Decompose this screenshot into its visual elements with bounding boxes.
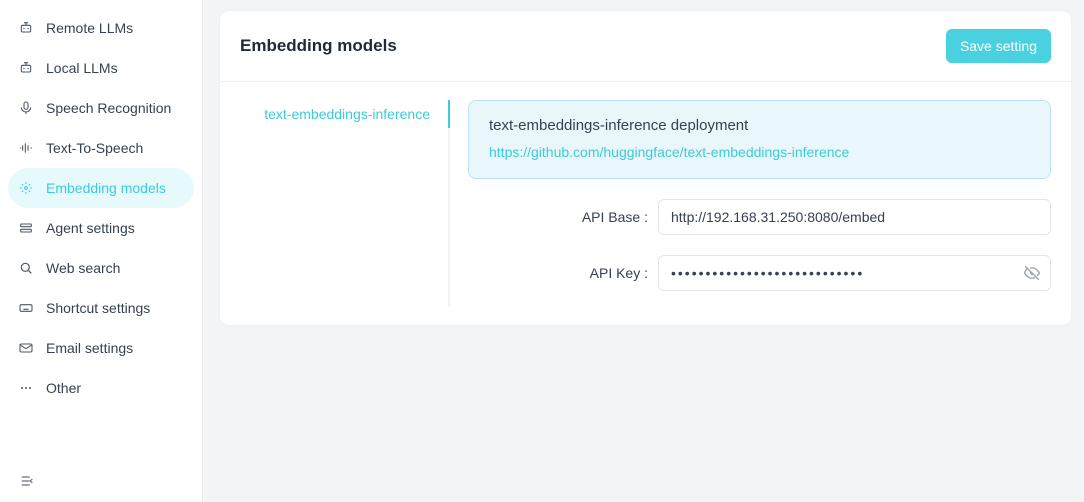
sidebar-item-label: Embedding models	[46, 180, 166, 196]
api-key-input[interactable]	[658, 255, 1051, 291]
sidebar-item-label: Remote LLMs	[46, 20, 133, 36]
collapse-sidebar-button[interactable]	[18, 472, 36, 490]
sidebar-item-label: Other	[46, 380, 81, 396]
sidebar: Remote LLMs Local LLMs Speech Recognitio…	[0, 0, 203, 502]
dots-icon	[18, 380, 34, 396]
panel-header: Embedding models Save setting	[220, 11, 1071, 82]
sidebar-item-label: Shortcut settings	[46, 300, 150, 316]
info-link[interactable]: https://github.com/huggingface/text-embe…	[489, 144, 849, 160]
robot-icon	[18, 20, 34, 36]
save-button[interactable]: Save setting	[946, 29, 1051, 63]
sidebar-item-speech-recognition[interactable]: Speech Recognition	[8, 88, 194, 128]
sidebar-item-label: Web search	[46, 260, 120, 276]
mic-icon	[18, 100, 34, 116]
eye-off-icon[interactable]	[1023, 264, 1041, 282]
field-row-api-base: API Base :	[468, 199, 1051, 235]
mail-icon	[18, 340, 34, 356]
deployment-info-box: text-embeddings-inference deployment htt…	[468, 100, 1051, 179]
tab-content: text-embeddings-inference deployment htt…	[468, 100, 1051, 307]
layers-icon	[18, 220, 34, 236]
sidebar-item-local-llms[interactable]: Local LLMs	[8, 48, 194, 88]
main-content: Embedding models Save setting text-embed…	[203, 0, 1084, 502]
sparkle-icon	[18, 180, 34, 196]
wave-icon	[18, 140, 34, 156]
sidebar-item-email-settings[interactable]: Email settings	[8, 328, 194, 368]
sidebar-item-other[interactable]: Other	[8, 368, 194, 408]
settings-panel: Embedding models Save setting text-embed…	[219, 10, 1072, 326]
api-base-label: API Base :	[468, 209, 648, 225]
sidebar-item-remote-llms[interactable]: Remote LLMs	[8, 8, 194, 48]
robot-icon	[18, 60, 34, 76]
field-row-api-key: API Key :	[468, 255, 1051, 291]
tab-text-embeddings-inference[interactable]: text-embeddings-inference	[240, 100, 448, 128]
sidebar-item-embedding-models[interactable]: Embedding models	[8, 168, 194, 208]
sidebar-item-shortcut-settings[interactable]: Shortcut settings	[8, 288, 194, 328]
keyboard-icon	[18, 300, 34, 316]
sidebar-item-label: Email settings	[46, 340, 133, 356]
sidebar-item-label: Speech Recognition	[46, 100, 171, 116]
sidebar-item-agent-settings[interactable]: Agent settings	[8, 208, 194, 248]
api-base-input[interactable]	[658, 199, 1051, 235]
page-title: Embedding models	[240, 36, 397, 56]
search-icon	[18, 260, 34, 276]
sidebar-item-label: Local LLMs	[46, 60, 118, 76]
sidebar-item-web-search[interactable]: Web search	[8, 248, 194, 288]
info-title: text-embeddings-inference deployment	[489, 117, 1030, 134]
sidebar-item-label: Text-To-Speech	[46, 140, 143, 156]
sidebar-item-label: Agent settings	[46, 220, 135, 236]
tab-list: text-embeddings-inference	[240, 100, 450, 307]
api-key-label: API Key :	[468, 265, 648, 281]
panel-body: text-embeddings-inference text-embedding…	[220, 82, 1071, 325]
sidebar-item-text-to-speech[interactable]: Text-To-Speech	[8, 128, 194, 168]
